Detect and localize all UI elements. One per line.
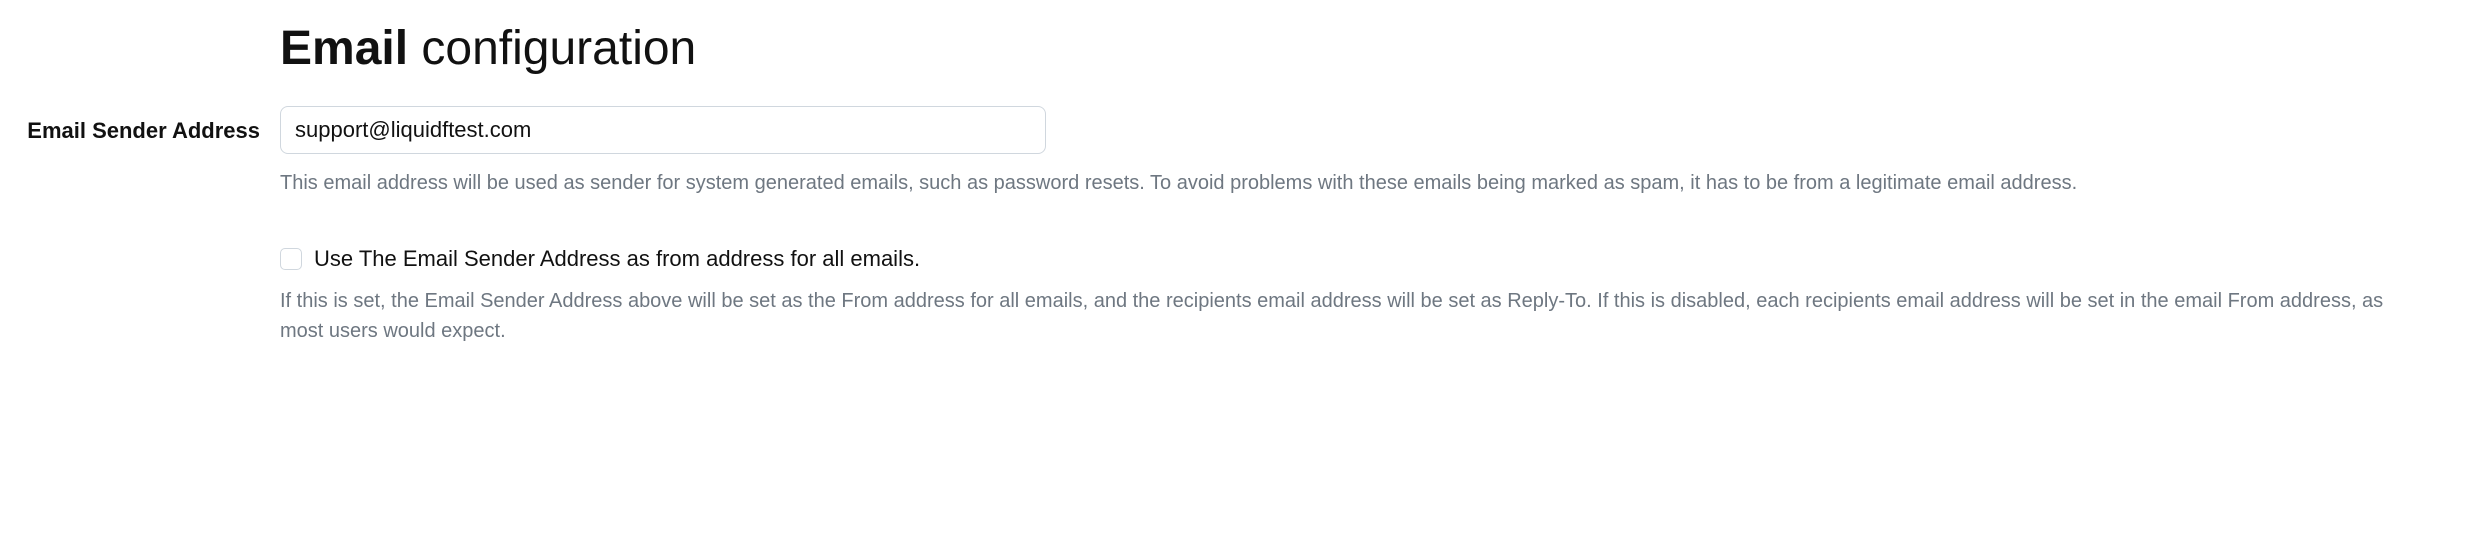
use-sender-as-from-checkbox[interactable] <box>280 248 302 270</box>
use-sender-as-from-help: If this is set, the Email Sender Address… <box>280 286 2400 346</box>
use-sender-as-from-label[interactable]: Use The Email Sender Address as from add… <box>314 246 920 272</box>
email-sender-address-input[interactable] <box>280 106 1046 154</box>
section-title: Email configuration <box>280 20 2460 78</box>
section-title-bold: Email <box>280 22 408 75</box>
email-sender-address-help: This email address will be used as sende… <box>280 168 2400 198</box>
email-sender-address-label: Email Sender Address <box>20 106 260 144</box>
section-title-rest: configuration <box>408 22 696 75</box>
